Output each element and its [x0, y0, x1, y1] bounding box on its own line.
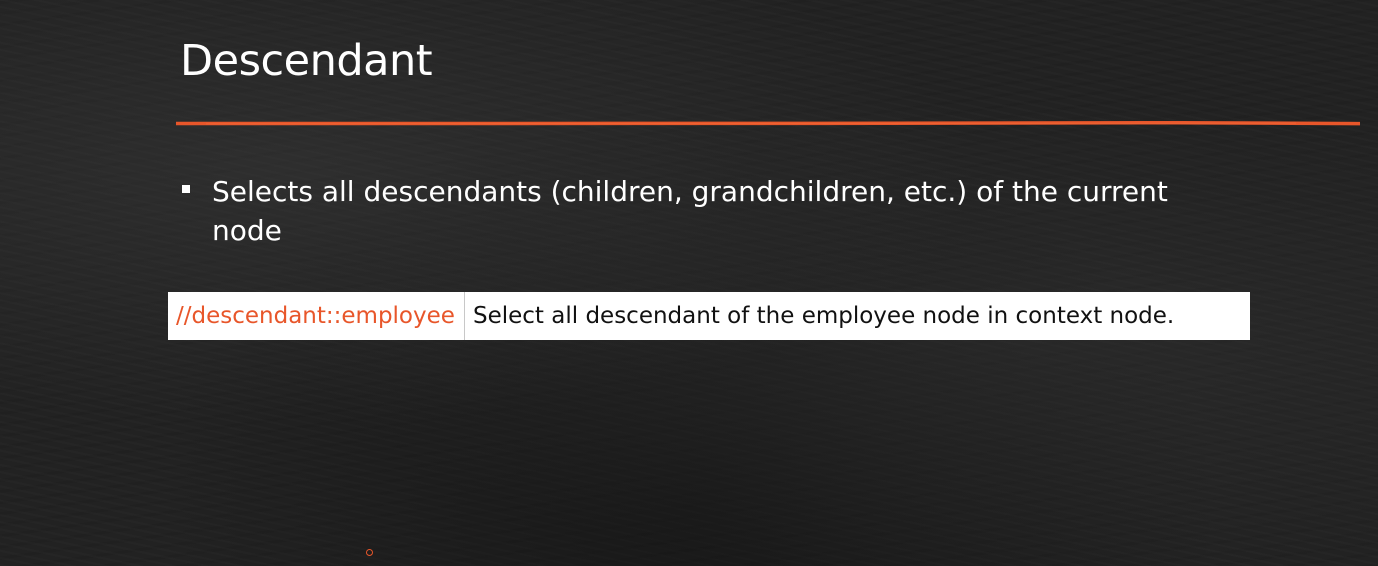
axis-example-table: //descendant::employee Select all descen… — [168, 292, 1250, 340]
title-underline — [176, 121, 1360, 126]
bullet-item: Selects all descendants (children, grand… — [180, 172, 1220, 250]
bullet-list: Selects all descendants (children, grand… — [180, 172, 1220, 250]
slide-title: Descendant — [180, 36, 433, 86]
square-bullet-icon — [182, 185, 190, 193]
bullet-text: Selects all descendants (children, grand… — [212, 175, 1168, 247]
slide: Descendant Selects all descendants (chil… — [0, 0, 1378, 566]
description-cell: Select all descendant of the employee no… — [473, 303, 1175, 329]
table-row: //descendant::employee Select all descen… — [168, 292, 1250, 340]
laser-pointer-icon — [366, 549, 373, 556]
xpath-expression-cell: //descendant::employee — [168, 292, 465, 340]
